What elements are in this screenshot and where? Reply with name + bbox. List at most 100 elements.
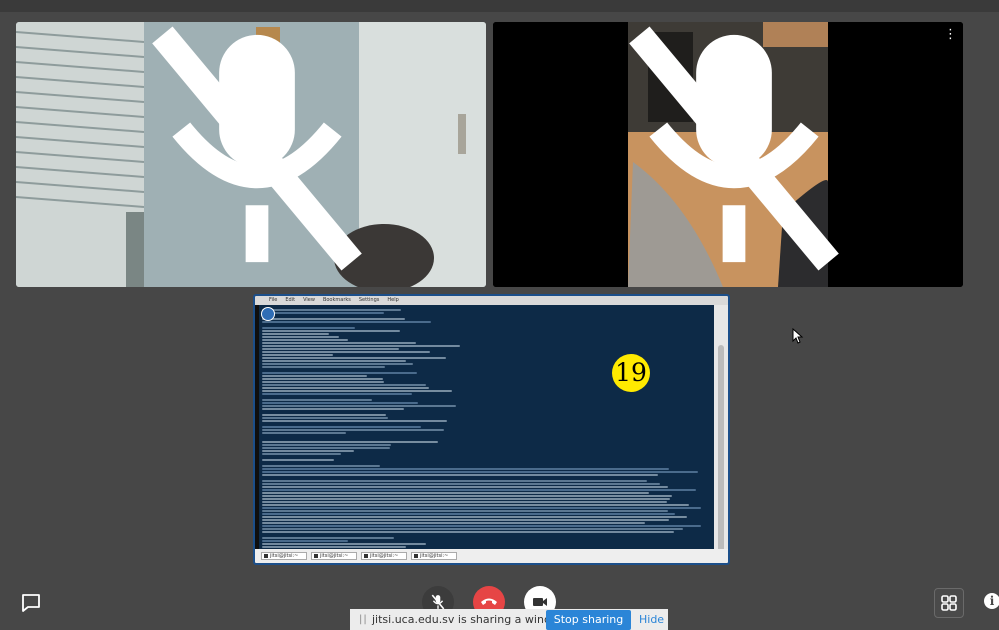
terminal-text-line: [262, 414, 386, 416]
terminal-text-line: [262, 459, 334, 461]
terminal-text-line: [262, 531, 674, 533]
terminal-text-line: [262, 354, 333, 356]
terminal-text-line: [262, 465, 380, 467]
terminal-scrollbar[interactable]: [714, 305, 728, 555]
terminal-text-line: [262, 357, 446, 359]
terminal-text-line: [262, 408, 404, 410]
terminal-text-line: [262, 525, 701, 527]
stop-sharing-button[interactable]: Stop sharing: [546, 610, 631, 630]
hide-button[interactable]: Hide: [639, 613, 664, 626]
terminal-text-line: [262, 546, 406, 548]
terminal-text-line: [262, 327, 355, 329]
terminal-text-line: [262, 543, 426, 545]
terminal-text-line: [262, 393, 412, 395]
terminal-text-line: [262, 537, 394, 539]
grid-icon: [941, 595, 957, 611]
terminal-text-line: [262, 516, 687, 518]
terminal-text-line: [262, 363, 413, 365]
taskbar-item: jitsi@jitsi:~: [261, 552, 307, 560]
taskbar-item: jitsi@jitsi:~: [361, 552, 407, 560]
terminal-text-line: [262, 345, 460, 347]
terminal-text-line: [262, 336, 339, 338]
terminal-text-line: [262, 372, 417, 374]
mic-off-icon: [431, 594, 445, 610]
terminal-text-line: [262, 510, 668, 512]
terminal-text-line: [262, 381, 384, 383]
mic-off-icon: [152, 26, 362, 271]
terminal-text-line: [262, 444, 391, 446]
terminal-text-line: [262, 420, 447, 422]
terminal-text-line: [262, 309, 401, 311]
terminal-app-icon: [261, 307, 275, 321]
terminal-text-line: [262, 489, 696, 491]
mouse-cursor-icon: [792, 328, 804, 344]
terminal-text-line: [262, 384, 426, 386]
terminal-text-line: [262, 405, 456, 407]
share-message: jitsi.uca.edu.sv is sharing a window.: [372, 613, 570, 626]
terminal-text-line: [262, 351, 430, 353]
terminal-text-line: [262, 519, 669, 521]
terminal-menubar: File Edit View Bookmarks Settings Help: [255, 296, 728, 305]
marker-badge: 19: [612, 354, 650, 392]
terminal-text-line: [262, 480, 647, 482]
terminal-output: [259, 305, 714, 554]
terminal-text-line: [262, 486, 668, 488]
terminal-text-line: [262, 318, 405, 320]
terminal-text-line: [262, 402, 418, 404]
terminal-text-line: [262, 399, 372, 401]
mic-off-icon: [629, 26, 839, 271]
terminal-text-line: [262, 429, 444, 431]
tile-view-button[interactable]: [934, 588, 964, 618]
terminal-text-line: [262, 540, 348, 542]
terminal-menu-item: File: [269, 297, 278, 303]
terminal-text-line: [262, 507, 701, 509]
terminal-text-line: [262, 441, 438, 443]
terminal-text-line: [262, 378, 383, 380]
terminal-text-line: [262, 468, 669, 470]
terminal-text-line: [262, 342, 416, 344]
terminal-text-line: [262, 447, 390, 449]
terminal-text-line: [262, 348, 399, 350]
terminal-menu-item: View: [303, 297, 315, 303]
terminal-text-line: [262, 450, 354, 452]
top-bar: [0, 0, 999, 12]
chat-icon[interactable]: [20, 592, 42, 614]
shared-taskbar: jitsi@jitsi:~ jitsi@jitsi:~ jitsi@jitsi:…: [255, 549, 728, 563]
terminal-menu-item: Help: [387, 297, 399, 303]
terminal-text-line: [262, 504, 689, 506]
terminal-text-line: [262, 312, 384, 314]
screen-share-banner: || jitsi.uca.edu.sv is sharing a window.…: [350, 609, 668, 630]
terminal-text-line: [262, 366, 385, 368]
terminal-menu-item: Settings: [358, 297, 380, 303]
terminal-text-line: [262, 417, 388, 419]
drag-handle-icon[interactable]: ||: [359, 614, 368, 625]
terminal-text-line: [262, 426, 421, 428]
terminal-text-line: [262, 375, 367, 377]
terminal-text-line: [262, 483, 660, 485]
terminal-text-line: [262, 495, 672, 497]
terminal-text-line: [262, 432, 346, 434]
terminal-text-line: [262, 522, 645, 524]
terminal-text-line: [262, 333, 329, 335]
taskbar-item: jitsi@jitsi:~: [411, 552, 457, 560]
terminal-text-line: [262, 492, 649, 494]
terminal-text-line: [262, 453, 341, 455]
terminal-text-line: [262, 513, 675, 515]
terminal-text-line: [262, 498, 670, 500]
terminal-text-line: [262, 387, 429, 389]
info-button[interactable]: i: [984, 593, 999, 609]
camera-icon: [533, 598, 547, 606]
terminal-menu-item: Edit: [285, 297, 296, 303]
terminal-text-line: [262, 339, 348, 341]
terminal-text-line: [262, 471, 698, 473]
terminal-text-line: [262, 390, 452, 392]
participant-video-tile[interactable]: [16, 22, 486, 287]
taskbar-item: jitsi@jitsi:~: [311, 552, 357, 560]
terminal-text-line: [262, 474, 658, 476]
participant-video-tile[interactable]: ⋮: [493, 22, 963, 287]
terminal-text-line: [262, 528, 683, 530]
terminal-text-line: [262, 330, 400, 332]
hangup-icon: [481, 598, 497, 605]
terminal-menu-item: Bookmarks: [322, 297, 351, 303]
screen-share-tile[interactable]: File Edit View Bookmarks Settings Help jitsi@…: [253, 294, 730, 565]
